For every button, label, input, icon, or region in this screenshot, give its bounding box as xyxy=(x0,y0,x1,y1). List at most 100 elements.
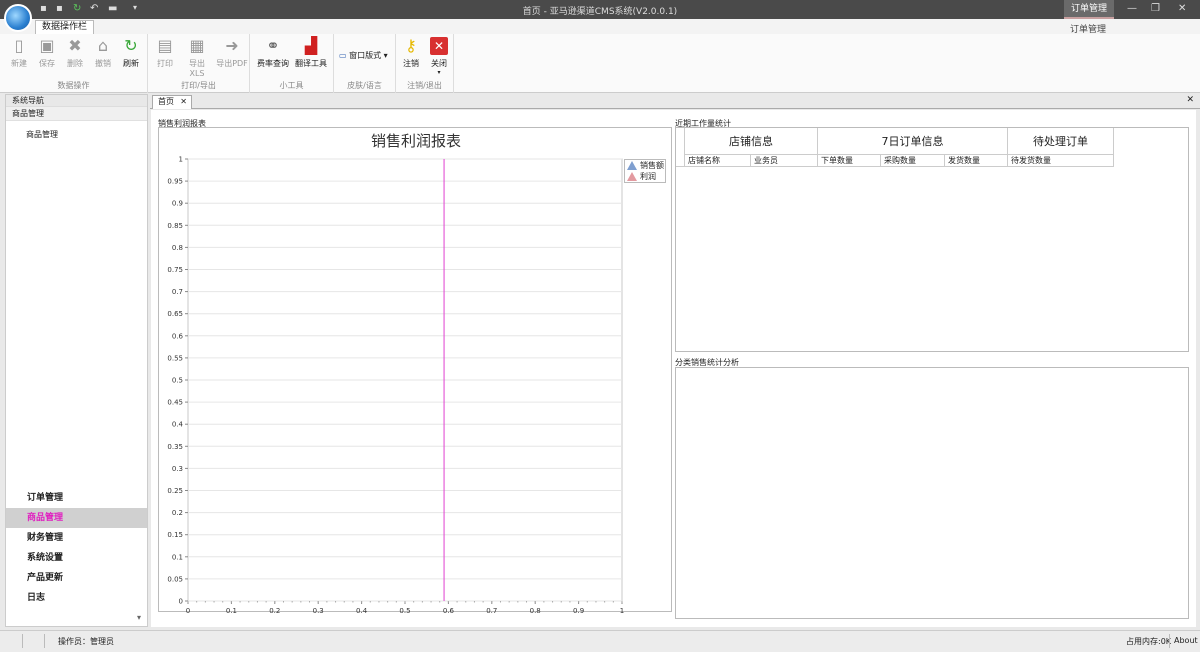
translate-icon: ▟ xyxy=(304,36,318,55)
home-content: 销售利润报表 销售利润报表 0 0.05 0.1 0.15 0.2 0.25 0.3 0.35… xyxy=(151,110,1196,627)
status-bar: 操作员：管理员 占用内存:0K About xyxy=(0,630,1200,652)
ribbon-tab-data[interactable]: 数据操作栏 xyxy=(35,20,95,34)
logout-button[interactable]: ⚷ 注销 xyxy=(398,37,424,69)
undo-button[interactable]: ⌂ 撤销 xyxy=(90,37,116,69)
col-pending-ship-count[interactable]: 待发货数量 xyxy=(1008,155,1114,166)
workload-grid: 店铺信息 7日订单信息 待处理订单 店铺名称 业务员 下单数量 采购数量 发货数… xyxy=(675,127,1189,352)
ribbon-group-data: ▯ 新建 ▣ 保存 ✖ 删除 ⌂ 撤销 ↻ 刷新 数据操作 xyxy=(0,34,148,93)
y-tick-label: 0.85 xyxy=(167,222,183,230)
nav-group-settings[interactable]: 系统设置 xyxy=(6,548,147,568)
x-tick-label: 1 xyxy=(620,607,624,613)
x-tick-label: 0.4 xyxy=(356,607,368,613)
document-tab-strip: 首页 ✕ ✕ xyxy=(150,94,1200,109)
window-title: 首页 - 亚马逊渠道CMS系统(V2.0.0.1) xyxy=(522,7,678,17)
save-button[interactable]: ▣ 保存 xyxy=(34,37,60,69)
col-salesperson[interactable]: 业务员 xyxy=(751,155,818,166)
close-red-icon: ✕ xyxy=(430,37,448,55)
close-icon[interactable]: ✕ xyxy=(1178,3,1186,14)
unlock-icon: ⌂ xyxy=(97,36,109,55)
y-tick-label: 0.2 xyxy=(172,509,183,517)
ribbon-group-label: 打印/导出 xyxy=(181,81,216,90)
nav-sub-item-products[interactable]: 商品管理 xyxy=(6,129,147,140)
ribbon: ▯ 新建 ▣ 保存 ✖ 删除 ⌂ 撤销 ↻ 刷新 数据操作 ▤ 打印 ▦ 导出XLS ➜ 导出P… xyxy=(0,34,1200,93)
x-tick-label: 0.5 xyxy=(399,607,410,613)
status-operator: 操作员：管理员 xyxy=(58,637,114,646)
nav-panel: 系统导航 商品管理 商品管理 订单管理 商品管理 财务管理 系统设置 产品更新 … xyxy=(5,94,148,627)
new-icon: ▯ xyxy=(14,36,24,55)
nav-group-title[interactable]: 商品管理 xyxy=(6,107,147,121)
nav-group-list: 订单管理 商品管理 财务管理 系统设置 产品更新 日志 xyxy=(6,488,147,608)
ribbon-group-label: 数据操作 xyxy=(57,81,90,90)
ribbon-group-print: ▤ 打印 ▦ 导出XLS ➜ 导出PDF 打印/导出 xyxy=(148,34,250,93)
chart-plot: 0 0.05 0.1 0.15 0.2 0.25 0.3 0.35 0.4 0.45 0.5 0.55… xyxy=(167,156,624,614)
key-icon: ⚷ xyxy=(405,36,417,55)
band-shop-info[interactable]: 店铺信息 xyxy=(685,128,818,154)
grid-band-header: 店铺信息 7日订单信息 待处理订单 xyxy=(685,128,1114,155)
tab-home[interactable]: 首页 ✕ xyxy=(152,95,192,109)
export-pdf-icon: ➜ xyxy=(225,36,239,55)
grid-row-indicator xyxy=(676,128,685,167)
ribbon-tab-strip: 数据操作栏 订单管理 xyxy=(0,19,1200,35)
new-button[interactable]: ▯ 新建 xyxy=(6,37,32,69)
export-pdf-button[interactable]: ➜ 导出PDF xyxy=(216,37,248,69)
chevron-down-icon[interactable]: ▾ xyxy=(137,613,141,622)
col-shipped-count[interactable]: 发货数量 xyxy=(945,155,1008,166)
refresh-icon: ↻ xyxy=(124,36,138,55)
delete-icon: ✖ xyxy=(68,36,82,55)
tab-home-label: 首页 xyxy=(158,97,174,106)
triangle-icon xyxy=(627,161,637,170)
category-sales-chart xyxy=(675,367,1189,619)
nav-group-products[interactable]: 商品管理 xyxy=(6,508,147,528)
translate-button[interactable]: ▟ 翻译工具 xyxy=(294,37,328,69)
y-tick-label: 0.45 xyxy=(167,399,183,407)
col-order-count[interactable]: 下单数量 xyxy=(818,155,881,166)
nav-group-finance[interactable]: 财务管理 xyxy=(6,528,147,548)
x-tick-label: 0.2 xyxy=(269,607,280,613)
y-tick-label: 0.3 xyxy=(172,465,183,473)
window-layout-dropdown[interactable]: ▭ 窗口版式 ▾ xyxy=(339,50,388,61)
rate-query-button[interactable]: ⚭ 费率查询 xyxy=(256,37,290,69)
col-purchase-count[interactable]: 采购数量 xyxy=(881,155,945,166)
band-pending-orders[interactable]: 待处理订单 xyxy=(1008,128,1114,154)
y-tick-label: 0.8 xyxy=(172,244,183,252)
y-tick-label: 0.1 xyxy=(172,553,183,561)
export-xls-button[interactable]: ▦ 导出XLS xyxy=(182,36,212,79)
x-tick-label: 0.7 xyxy=(486,607,497,613)
y-tick-label: 1 xyxy=(179,156,183,164)
close-button[interactable]: ✕ 关闭 ▾ xyxy=(426,37,452,76)
y-tick-label: 0.05 xyxy=(167,575,183,583)
close-icon[interactable]: ✕ xyxy=(180,96,187,108)
printer-icon: ▤ xyxy=(157,36,173,55)
export-xls-icon: ▦ xyxy=(189,36,205,55)
print-button[interactable]: ▤ 打印 xyxy=(152,37,178,69)
restore-icon[interactable]: ❐ xyxy=(1151,3,1160,14)
app-logo-icon[interactable] xyxy=(4,4,32,32)
y-tick-label: 0.55 xyxy=(167,354,183,362)
band-7day-orders[interactable]: 7日订单信息 xyxy=(818,128,1008,154)
status-divider xyxy=(1169,634,1170,648)
ribbon-group-skin: ▭ 窗口版式 ▾ 皮肤/语言 xyxy=(334,34,396,93)
ribbon-group-logout: ⚷ 注销 ✕ 关闭 ▾ 注销/退出 xyxy=(396,34,454,93)
context-tab-order[interactable]: 订单管理 xyxy=(1064,0,1114,19)
y-tick-label: 0.95 xyxy=(167,178,183,186)
status-divider xyxy=(44,634,45,648)
delete-button[interactable]: ✖ 删除 xyxy=(62,37,88,69)
chart-legend: 销售额 利润 xyxy=(624,159,666,183)
col-shop-name[interactable]: 店铺名称 xyxy=(685,155,751,166)
nav-group-updates[interactable]: 产品更新 xyxy=(6,568,147,588)
binoculars-icon: ⚭ xyxy=(266,36,280,55)
triangle-icon xyxy=(627,172,637,181)
close-icon[interactable]: ✕ xyxy=(1186,95,1194,105)
refresh-button[interactable]: ↻ 刷新 xyxy=(118,37,144,69)
status-divider xyxy=(22,634,23,648)
y-tick-label: 0.5 xyxy=(172,377,183,385)
nav-group-logs[interactable]: 日志 xyxy=(6,588,147,608)
x-tick-label: 0.1 xyxy=(226,607,237,613)
y-tick-label: 0.75 xyxy=(167,266,183,274)
about-link[interactable]: About xyxy=(1174,636,1198,645)
y-tick-label: 0.7 xyxy=(172,288,183,296)
minimize-icon[interactable]: — xyxy=(1127,3,1137,14)
y-tick-label: 0.9 xyxy=(172,200,183,208)
nav-group-orders[interactable]: 订单管理 xyxy=(6,488,147,508)
ribbon-group-label: 小工具 xyxy=(279,81,304,90)
